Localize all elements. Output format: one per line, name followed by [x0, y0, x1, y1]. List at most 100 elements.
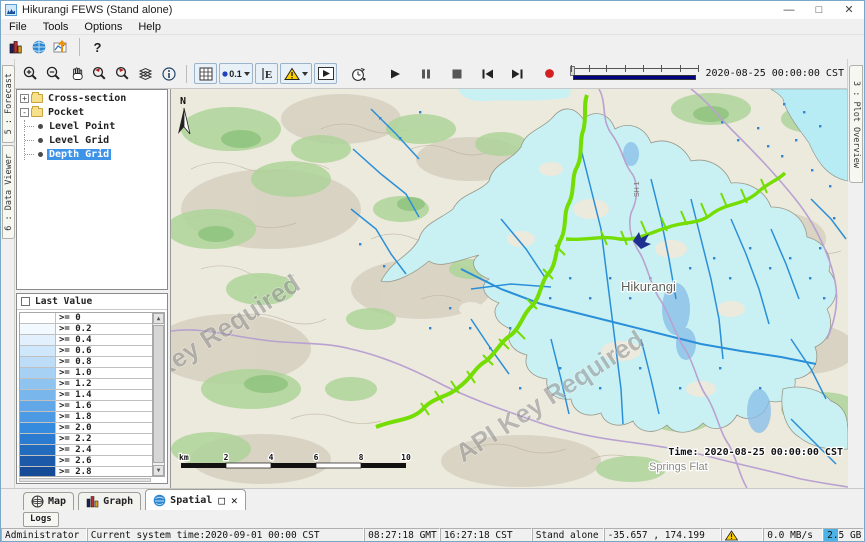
legend-swatch [20, 423, 56, 433]
legend-hscrollbar[interactable] [19, 478, 151, 482]
elevation-button[interactable]: E [255, 63, 278, 84]
legend-label: >= 1.2 [56, 379, 152, 389]
legend-row[interactable]: >= 0.8 [20, 357, 152, 368]
legend-row[interactable]: >= 0.6 [20, 346, 152, 357]
tab-graph[interactable]: Graph [78, 492, 141, 510]
collapse-icon[interactable]: - [20, 108, 29, 117]
last-value-checkbox[interactable] [21, 297, 30, 306]
status-warning-cell[interactable] [721, 528, 763, 542]
help-icon[interactable]: ? [86, 37, 109, 58]
thresholds-dropdown[interactable] [280, 63, 312, 84]
legend-row[interactable]: >= 1.4 [20, 390, 152, 401]
svg-text:E: E [265, 69, 272, 81]
time-slider[interactable] [571, 65, 698, 83]
tab-spatial[interactable]: Spatial □ ✕ [145, 489, 245, 510]
current-time-label: 2020-08-25 00:00:00 CST [706, 68, 844, 79]
legend-label: >= 0.6 [56, 346, 152, 356]
legend-swatch [20, 412, 56, 422]
zoom-next-icon[interactable] [111, 63, 134, 84]
menu-options[interactable]: Options [76, 21, 130, 33]
legend-row[interactable]: >= 1.2 [20, 379, 152, 390]
zoom-previous-icon[interactable] [88, 63, 111, 84]
legend-swatch [20, 379, 56, 389]
menu-tools[interactable]: Tools [35, 21, 77, 33]
wire-globe-icon [31, 495, 44, 508]
close-button[interactable]: ✕ [834, 1, 864, 19]
memory-usage-label: 2.5 GB [827, 530, 861, 541]
legend-swatch [20, 401, 56, 411]
legend-row[interactable]: >= 1.8 [20, 412, 152, 423]
legend-row[interactable]: >= 2.4 [20, 445, 152, 456]
legend-label: >= 2.2 [56, 434, 152, 444]
tree-item-pocket[interactable]: - Pocket [17, 106, 167, 118]
time-slider-track[interactable] [571, 68, 698, 69]
road-label: SH 1 [634, 181, 641, 197]
svg-text:km: km [179, 453, 189, 462]
legend-row[interactable]: >= 0 [20, 313, 152, 324]
legend-label: >= 0.2 [56, 324, 152, 334]
menu-help[interactable]: Help [130, 21, 169, 33]
zoom-in-icon[interactable] [19, 63, 42, 84]
pan-hand-icon[interactable] [65, 63, 88, 84]
zoom-out-icon[interactable] [42, 63, 65, 84]
legend-row[interactable]: >= 2.6 [20, 456, 152, 467]
tree-item-level-grid[interactable]: Level Grid [17, 134, 167, 146]
scrollbar-thumb[interactable] [153, 325, 164, 463]
scroll-down-icon[interactable]: ▼ [153, 465, 164, 476]
logs-button[interactable]: Logs [23, 512, 59, 527]
step-forward-button[interactable] [505, 63, 528, 84]
menu-file[interactable]: File [1, 21, 35, 33]
svg-text:N: N [180, 96, 186, 107]
last-value-label: Last Value [35, 296, 92, 307]
time-series-dialog-icon[interactable] [50, 37, 73, 58]
legend-label: >= 2.4 [56, 445, 152, 455]
tree-item-level-point[interactable]: Level Point [17, 120, 167, 132]
panel-maximize-icon[interactable]: □ [218, 494, 225, 507]
legend-swatch [20, 313, 56, 323]
legend-row[interactable]: >= 0.2 [20, 324, 152, 335]
map-view[interactable]: API Key Required API Key Required N SH 1… [170, 89, 848, 488]
legend-label: >= 2.0 [56, 423, 152, 433]
legend-label: >= 2.6 [56, 456, 152, 466]
animation-button[interactable] [314, 63, 337, 84]
grid-toggle-button[interactable] [194, 63, 217, 84]
map-display-icon[interactable] [27, 37, 50, 58]
status-local-time: 16:27:18 CST [440, 528, 532, 542]
tree-item-depth-grid[interactable]: Depth Grid [17, 148, 167, 160]
left-panel: + Cross-section - Pocket Level Point Lev… [15, 89, 170, 488]
stop-button[interactable] [445, 63, 468, 84]
title-bar[interactable]: Hikurangi FEWS (Stand alone) — □ ✕ [1, 1, 864, 19]
legend-swatch [20, 357, 56, 367]
minimize-button[interactable]: — [774, 1, 804, 19]
info-icon[interactable] [157, 63, 180, 84]
tab-plot-overview[interactable]: 3 : Plot Overview [849, 65, 863, 183]
expand-icon[interactable]: + [20, 94, 29, 103]
legend-row[interactable]: >= 1.6 [20, 401, 152, 412]
interval-dropdown[interactable]: 0.1 [219, 63, 253, 84]
scroll-up-icon[interactable]: ▲ [153, 313, 164, 324]
tab-forecast[interactable]: 5 : Forecast [2, 65, 15, 143]
layers-icon[interactable] [134, 63, 157, 84]
folder-icon [31, 108, 43, 117]
legend-scrollbar[interactable]: ▲ ▼ [152, 313, 164, 476]
tab-data-viewer[interactable]: 6 : Data Viewer [2, 145, 15, 239]
tree-item-cross-section[interactable]: + Cross-section [17, 92, 167, 104]
bar-chart-icon [86, 495, 99, 508]
record-button[interactable] [538, 63, 561, 84]
legend-row[interactable]: >= 2.8 [20, 467, 152, 476]
timer-icon[interactable] [346, 63, 369, 84]
tab-map[interactable]: Map [23, 492, 74, 510]
legend-row[interactable]: >= 2.2 [20, 434, 152, 445]
play-button[interactable] [383, 63, 406, 84]
pause-button[interactable] [414, 63, 437, 84]
step-back-button[interactable] [476, 63, 499, 84]
map-canvas[interactable]: API Key Required API Key Required N SH 1… [171, 89, 848, 488]
panel-close-icon[interactable]: ✕ [231, 494, 238, 507]
maximize-button[interactable]: □ [804, 1, 834, 19]
legend-row[interactable]: >= 1.0 [20, 368, 152, 379]
tree-guide [24, 148, 38, 160]
legend-row[interactable]: >= 0.4 [20, 335, 152, 346]
legend-panel: Last Value >= 0>= 0.2>= 0.4>= 0.6>= 0.8>… [16, 293, 168, 484]
database-viewer-icon[interactable] [4, 37, 27, 58]
legend-row[interactable]: >= 2.0 [20, 423, 152, 434]
